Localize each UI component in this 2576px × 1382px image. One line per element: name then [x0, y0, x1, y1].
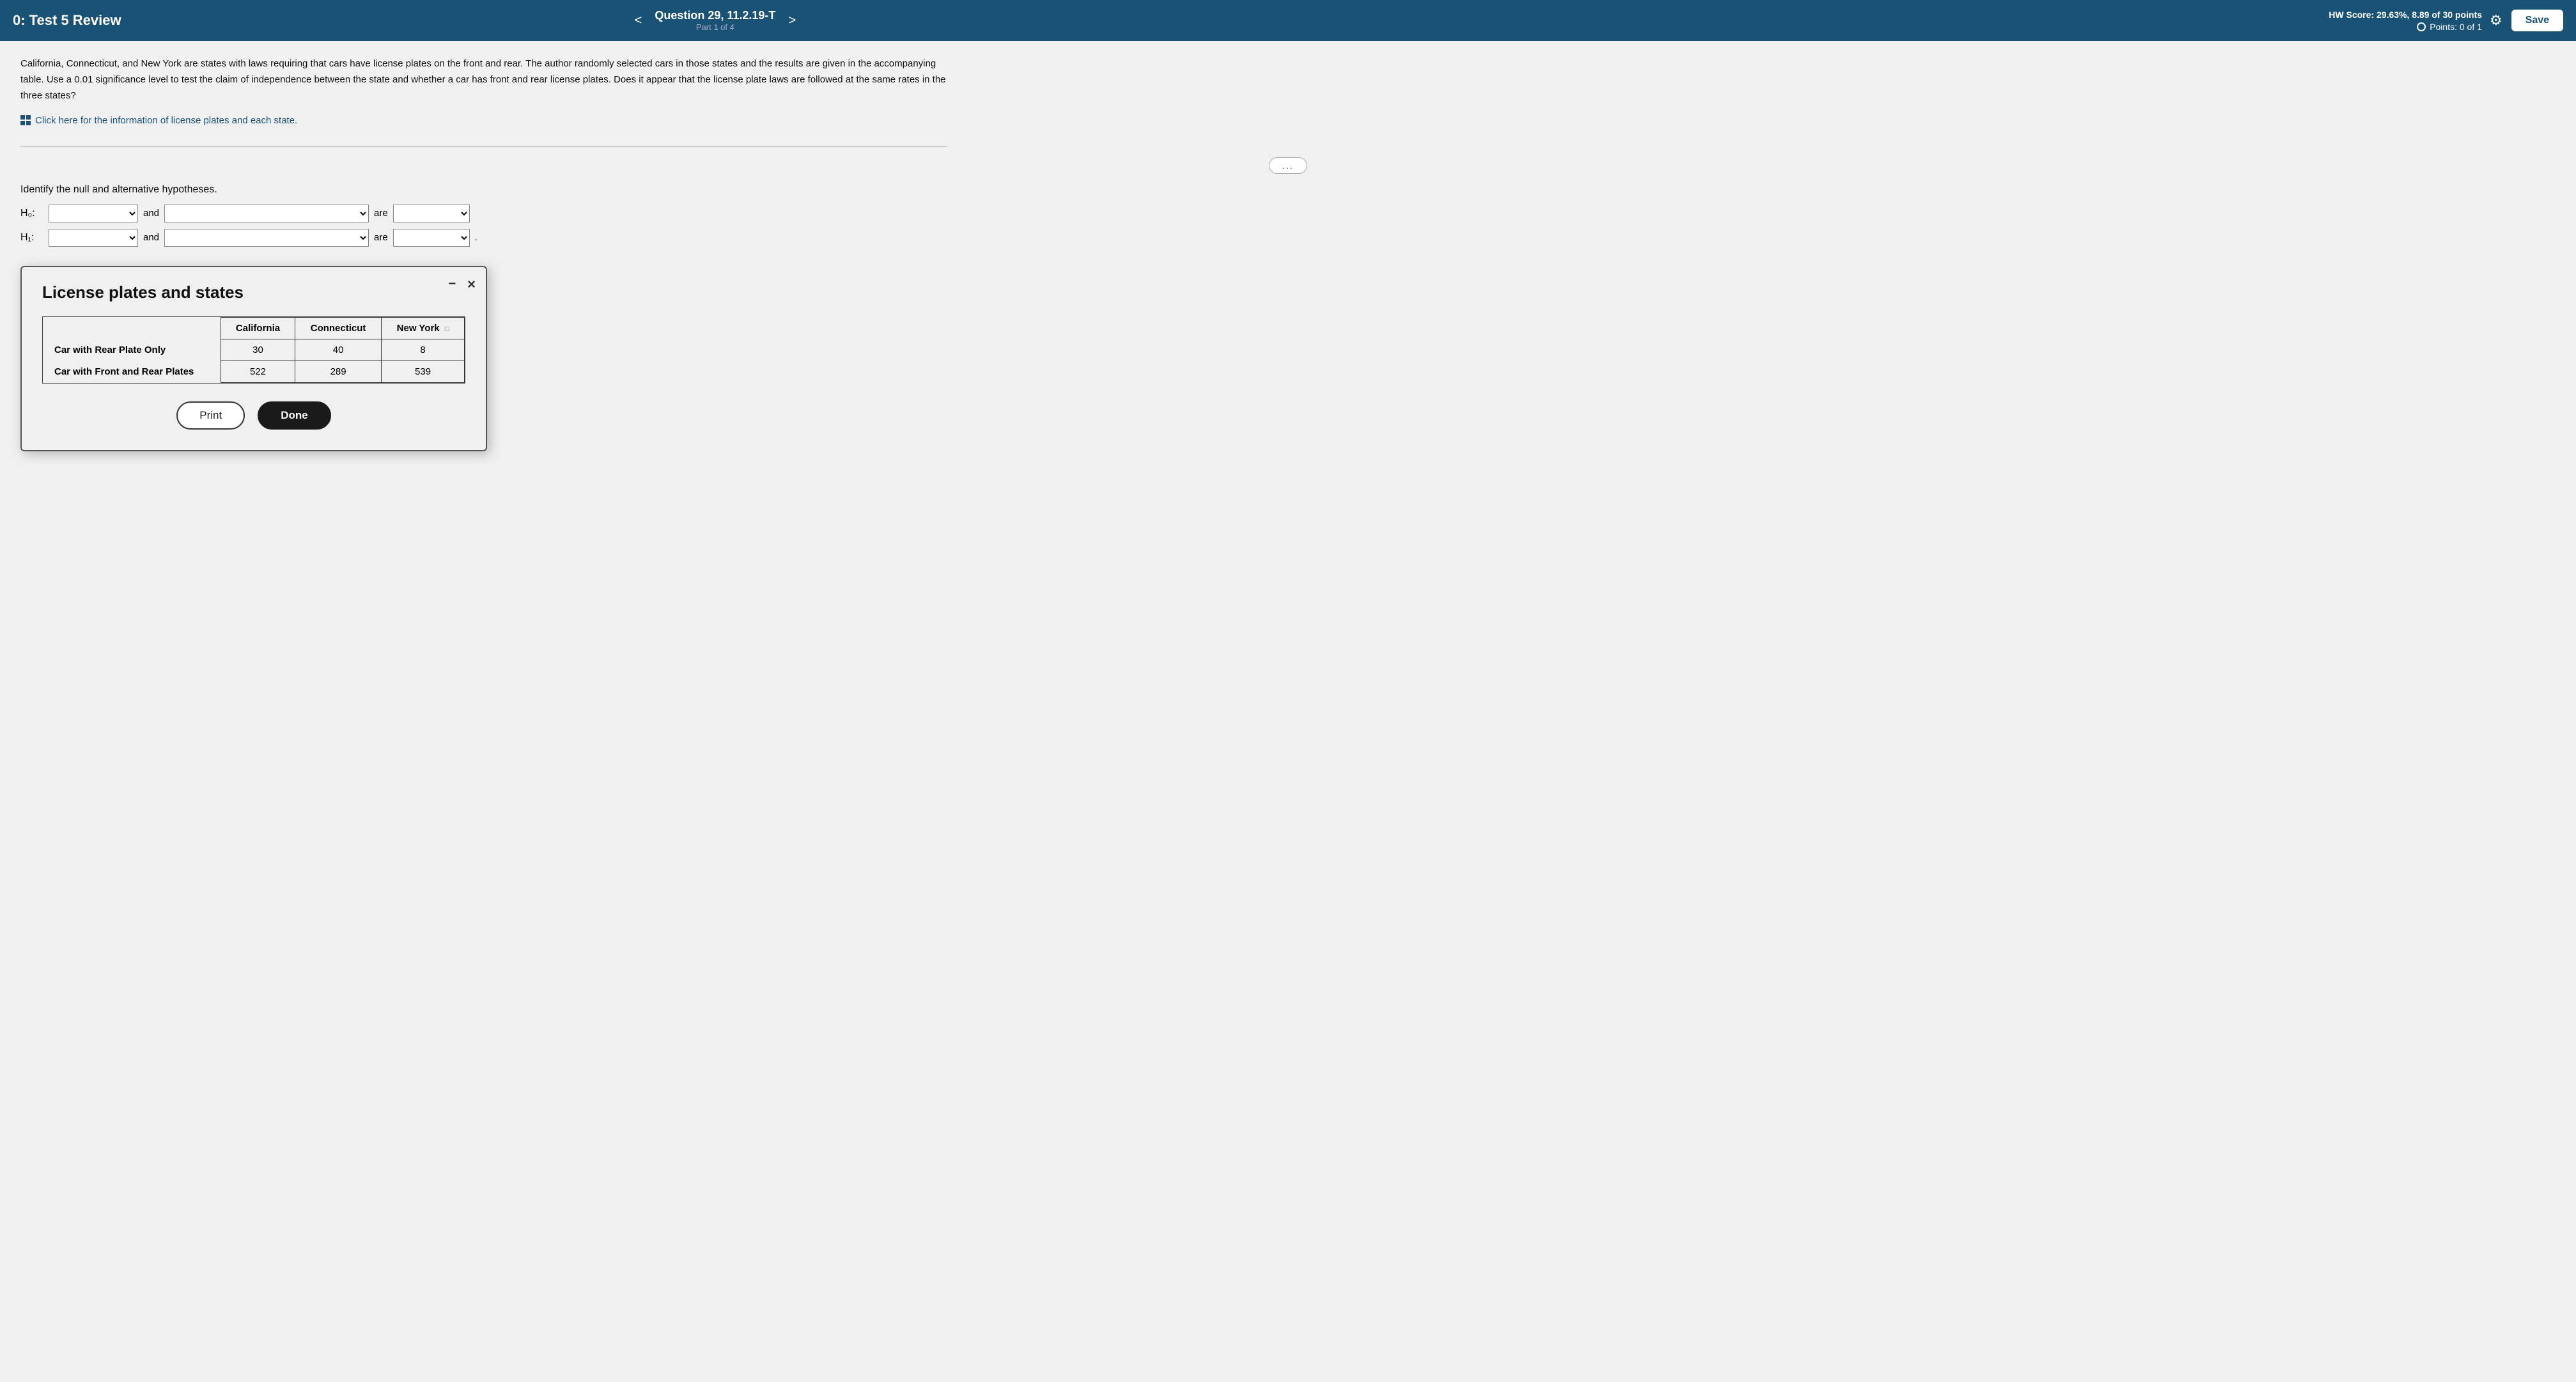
grid-icon: [20, 115, 31, 125]
rear-newyork: 8: [382, 339, 465, 361]
modal-title: License plates and states: [42, 283, 465, 302]
rear-connecticut: 40: [295, 339, 382, 361]
modal-controls: − ×: [448, 276, 476, 293]
h1-and-text: and: [143, 232, 159, 243]
h0-label: H₀:: [20, 208, 43, 219]
table-header-connecticut: Connecticut: [295, 317, 382, 339]
points-section: Points: 0 of 1: [1309, 22, 2482, 32]
h0-select3[interactable]: independent dependent: [393, 205, 470, 222]
h1-label: H₁:: [20, 232, 43, 244]
main-content: California, Connecticut, and New York ar…: [0, 41, 2576, 1382]
settings-button[interactable]: ⚙: [2490, 12, 2502, 29]
modal-minimize-button[interactable]: −: [448, 277, 456, 291]
question-info: Question 29, 11.2.19-T Part 1 of 4: [655, 9, 775, 32]
h1-select2[interactable]: the row and column variables: [164, 229, 369, 247]
save-button[interactable]: Save: [2511, 10, 2563, 31]
modal-actions: Print Done: [42, 401, 465, 430]
table-header-newyork: New York □: [382, 317, 465, 339]
points-label: Points: 0 of 1: [2430, 22, 2482, 32]
print-button[interactable]: Print: [176, 401, 245, 430]
score-section: HW Score: 29.63%, 8.89 of 30 points Poin…: [1309, 10, 2482, 32]
h0-select1[interactable]: the proportions: [49, 205, 138, 222]
header-actions: ⚙ Save: [2490, 10, 2563, 31]
prev-question-button[interactable]: <: [628, 11, 649, 31]
h1-period: .: [475, 232, 477, 243]
done-button[interactable]: Done: [258, 401, 331, 430]
h1-are-text: are: [374, 232, 388, 243]
row-label-front-rear: Car with Front and Rear Plates: [43, 361, 221, 382]
h0-and-text: and: [143, 208, 159, 219]
h1-select3[interactable]: independent dependent .: [393, 229, 470, 247]
h0-select2[interactable]: the row and column variables: [164, 205, 369, 222]
question-title: Question 29, 11.2.19-T: [655, 9, 775, 22]
frontrear-newyork: 539: [382, 361, 465, 382]
divider: [20, 146, 947, 147]
h0-are-text: are: [374, 208, 388, 219]
hw-score: HW Score: 29.63%, 8.89 of 30 points: [1309, 10, 2482, 20]
table-header-california: California: [221, 317, 295, 339]
table-header-empty: [43, 317, 221, 339]
h0-row: H₀: the proportions and the row and colu…: [20, 205, 2556, 222]
problem-text: California, Connecticut, and New York ar…: [20, 56, 947, 104]
circle-icon: [2417, 22, 2426, 31]
question-nav: < Question 29, 11.2.19-T Part 1 of 4 >: [129, 9, 1302, 32]
click-link-text[interactable]: Click here for the information of licens…: [35, 115, 297, 126]
modal-dialog: − × License plates and states California…: [20, 266, 487, 451]
newyork-label: New York: [397, 323, 440, 334]
h1-row: H₁: the proportions and the row and colu…: [20, 229, 2556, 247]
question-part: Part 1 of 4: [655, 22, 775, 32]
modal-close-button[interactable]: ×: [467, 276, 476, 293]
app-header: 0: Test 5 Review < Question 29, 11.2.19-…: [0, 0, 2576, 41]
table-wrapper: California Connecticut New York □ Car wi…: [42, 316, 465, 384]
app-title: 0: Test 5 Review: [13, 12, 121, 29]
identify-hypotheses-text: Identify the null and alternative hypoth…: [20, 184, 2556, 196]
frontrear-california: 522: [221, 361, 295, 382]
click-link[interactable]: Click here for the information of licens…: [20, 115, 297, 126]
more-button[interactable]: ...: [1269, 157, 1307, 174]
table-row-rear-only: Car with Rear Plate Only 30 40 8: [43, 339, 465, 361]
data-table: California Connecticut New York □ Car wi…: [43, 317, 465, 383]
table-row-front-rear: Car with Front and Rear Plates 522 289 5…: [43, 361, 465, 382]
more-button-wrap: ...: [20, 157, 2556, 174]
frontrear-connecticut: 289: [295, 361, 382, 382]
h1-select1[interactable]: the proportions: [49, 229, 138, 247]
next-question-button[interactable]: >: [782, 11, 802, 31]
newyork-copy-icon: □: [445, 325, 449, 333]
rear-california: 30: [221, 339, 295, 361]
row-label-rear: Car with Rear Plate Only: [43, 339, 221, 361]
